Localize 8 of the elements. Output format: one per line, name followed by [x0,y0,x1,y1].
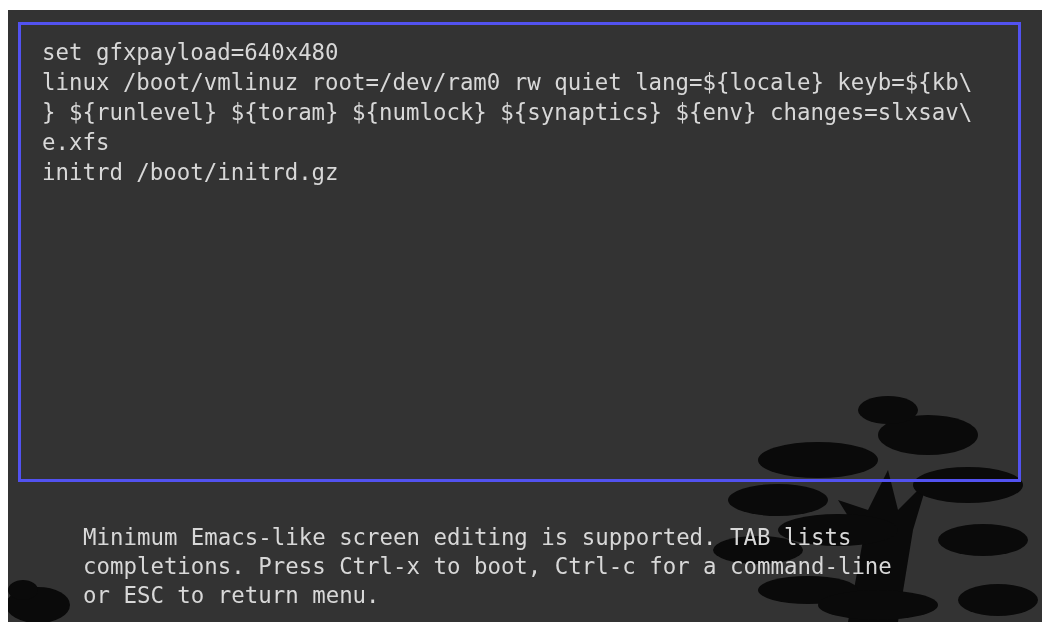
code-line: } ${runlevel} ${toram} ${numlock} ${synaptics} ${env} changes=slxsav\ [42,98,974,127]
help-text: Minimum Emacs-like screen editing is supported. TAB lists completions. Press Ctrl-x to boot, Ctrl-c for a command-line or ESC to return menu. [83,523,892,610]
code-line: initrd /boot/initrd.gz [42,158,340,187]
editor-box[interactable]: set gfxpayload=640x480 linux /boot/vmlinuz root=/dev/ram0 rw quiet lang=${locale} keyb=${kb\ } ${runlevel} ${toram} ${numlock} ${synaptics} ${env} changes=slxsav\ e.xfs initrd /boot/initrd.gz [18,22,1021,482]
code-line: set gfxpayload=640x480 [42,38,340,67]
bush-drawing [8,580,70,622]
code-line: linux /boot/vmlinuz root=/dev/ram0 rw quiet lang=${locale} keyb=${kb\ [42,68,974,97]
code-line: e.xfs [42,128,111,157]
